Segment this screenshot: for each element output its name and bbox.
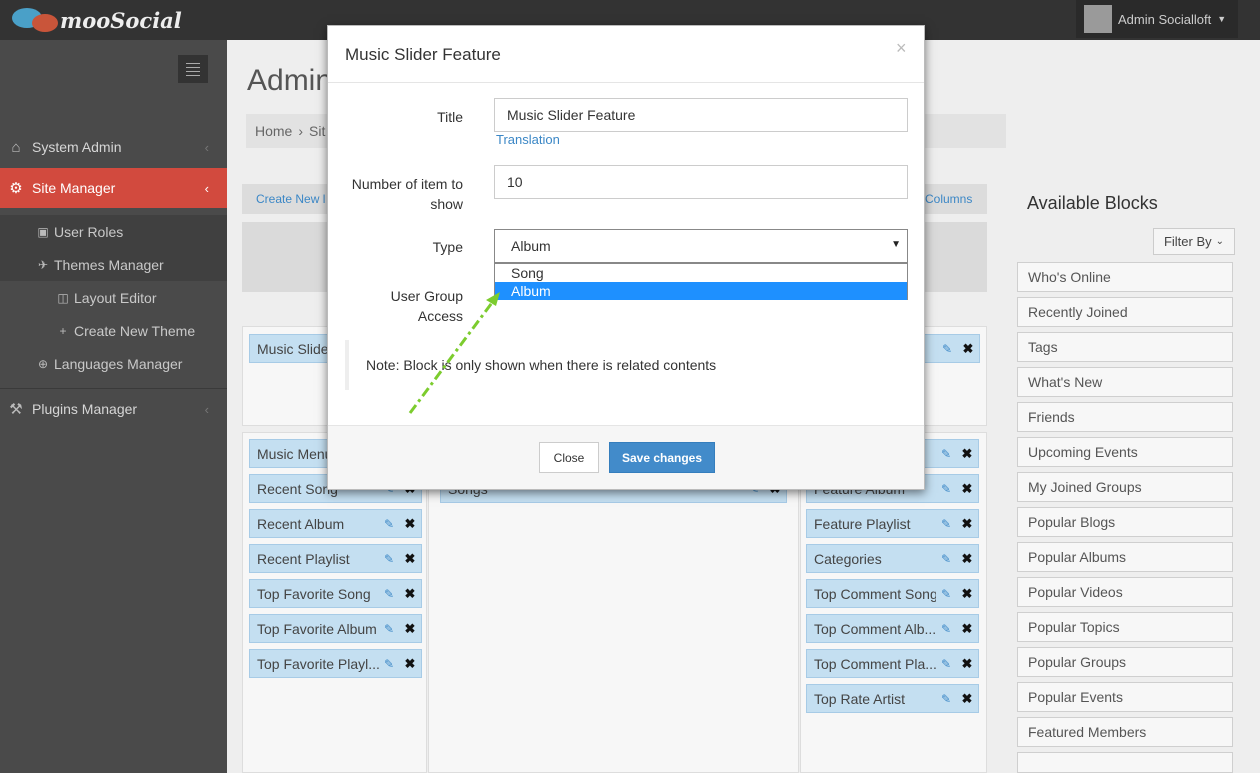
modal-footer: Close Save changes [328,425,924,489]
user-group-label-line1: User Group [390,288,463,304]
type-option-album[interactable]: Album [495,282,907,300]
type-dropdown-list: Song Album [494,263,908,300]
dropdown-arrow-icon: ▼ [891,239,901,250]
close-button[interactable]: Close [539,442,599,473]
music-slider-dialog: Music Slider Feature × Title Music Slide… [327,25,925,490]
item-count-input[interactable]: 10 [494,165,908,199]
type-selected-value: Album [511,238,551,254]
item-count-label-line1: Number of item to [351,176,463,192]
modal-header: Music Slider Feature × [328,26,924,83]
title-label: Title [437,109,463,125]
type-option-song[interactable]: Song [495,264,907,282]
translation-link[interactable]: Translation [496,132,560,147]
title-input[interactable]: Music Slider Feature [494,98,908,132]
type-select[interactable]: Album ▼ [494,229,908,263]
item-count-label-line2: show [430,196,463,212]
close-icon[interactable]: × [896,38,907,59]
type-label: Type [432,239,463,255]
item-count-label: Number of item to show [338,174,463,214]
save-changes-button[interactable]: Save changes [609,442,715,473]
modal-title: Music Slider Feature [345,45,501,64]
user-group-label-line2: Access [417,308,463,324]
user-group-label: User Group Access [338,286,463,326]
note-callout: Note: Block is only shown when there is … [345,340,905,390]
